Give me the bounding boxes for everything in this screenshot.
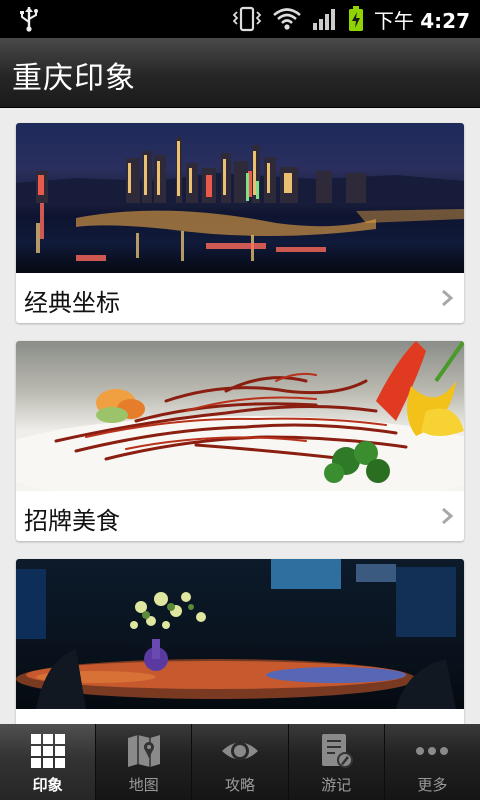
tab-label: 攻略 xyxy=(225,776,256,794)
card-caption[interactable] xyxy=(16,709,464,724)
vibrate-icon xyxy=(232,6,262,32)
card-label: 招牌美食 xyxy=(24,507,120,535)
status-time: 下午 4:27 xyxy=(374,5,470,34)
more-icon xyxy=(416,747,449,755)
card-caption[interactable]: 经典坐标 xyxy=(16,273,464,323)
card-label: 经典坐标 xyxy=(24,289,120,317)
card-image-bar-table xyxy=(16,559,464,709)
tab-more[interactable]: 更多 xyxy=(383,724,480,800)
tab-label: 更多 xyxy=(417,776,448,794)
tab-label: 游记 xyxy=(321,776,352,794)
card-signature-food[interactable]: 招牌美食 xyxy=(16,341,464,541)
chevron-right-icon xyxy=(442,507,454,525)
card-caption[interactable]: 招牌美食 xyxy=(16,491,464,541)
card-image-skyline xyxy=(16,123,464,273)
card-third[interactable] xyxy=(16,559,464,724)
signal-icon xyxy=(312,9,335,30)
card-landmarks[interactable]: 经典坐标 xyxy=(16,123,464,323)
map-icon xyxy=(127,735,160,767)
tab-impression[interactable]: 印象 xyxy=(0,724,96,800)
eye-icon xyxy=(222,742,258,760)
grid-icon xyxy=(30,734,65,768)
usb-icon xyxy=(20,7,38,32)
card-list[interactable]: 经典坐标 招牌美食 xyxy=(0,108,480,724)
tab-label: 印象 xyxy=(32,776,63,794)
app-bar: 重庆印象 xyxy=(0,38,480,108)
time-prefix: 下午 xyxy=(373,8,414,33)
chevron-right-icon xyxy=(442,289,454,307)
bottom-nav: 印象 地图 攻略 游记 更多 xyxy=(0,724,480,800)
page-title: 重庆印象 xyxy=(12,61,136,96)
tab-guide[interactable]: 攻略 xyxy=(191,724,287,800)
time-value: 4:27 xyxy=(420,8,470,33)
tab-map[interactable]: 地图 xyxy=(95,724,191,800)
wifi-icon xyxy=(273,8,301,30)
status-bar: 下午 4:27 xyxy=(0,0,480,38)
tab-label: 地图 xyxy=(128,776,159,794)
battery-charging-icon xyxy=(348,6,363,31)
card-image-food xyxy=(16,341,464,491)
journal-icon xyxy=(322,734,354,768)
tab-journal[interactable]: 游记 xyxy=(287,724,384,800)
